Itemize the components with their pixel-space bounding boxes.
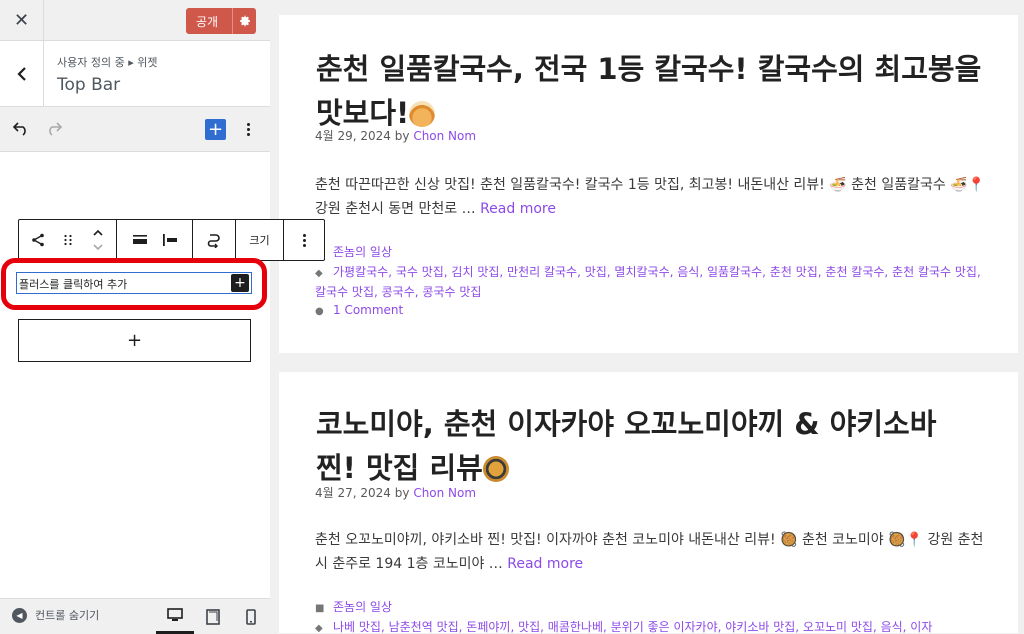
- customizer-header: ✕ 공개: [0, 0, 270, 41]
- comment-icon: ●: [315, 306, 324, 317]
- gear-icon[interactable]: [232, 8, 256, 34]
- tag-icon: ◆: [315, 268, 323, 279]
- customizer-sidebar: ✕ 공개 사용자 정의 중 ▸ 위젯 Top Bar + 플러스를 클릭하여 추…: [0, 0, 270, 634]
- post-title-link[interactable]: 코노미야, 춘천 이자카야 오꼬노미야끼 & 야키소바 찐! 맛집 리뷰: [316, 407, 936, 485]
- undo-button[interactable]: [12, 120, 30, 140]
- folder-icon: ■: [315, 603, 325, 614]
- back-button[interactable]: [0, 41, 44, 107]
- share-button[interactable]: [23, 220, 53, 260]
- post-title[interactable]: 코노미야, 춘천 이자카야 오꼬노미야끼 & 야키소바 찐! 맛집 리뷰: [316, 402, 986, 490]
- post-taxonomy: ■존놈의 일상 ◆가평칼국수, 국수 맛집, 김치 맛집, 만천리 칼국수, 맛…: [315, 243, 985, 321]
- block-inserter-button[interactable]: +: [205, 119, 226, 140]
- block-toolbar-group-5: [284, 220, 324, 260]
- read-more-link[interactable]: Read more: [480, 201, 556, 217]
- justify-button[interactable]: [125, 220, 155, 260]
- more-options-button[interactable]: [296, 230, 312, 250]
- hide-controls-button[interactable]: ◀ 컨트롤 숨기기: [12, 607, 99, 623]
- noodle-emoji-icon: [409, 101, 436, 127]
- paella-emoji-icon: [482, 456, 509, 482]
- block-toolbar-group-4: 크기: [236, 220, 284, 260]
- block-toolbar-group-3: [193, 220, 236, 260]
- drag-handle[interactable]: [53, 220, 83, 260]
- post-card: 춘천 일품칼국수, 전국 1등 칼국수! 칼국수의 최고봉을 맛보다! 4월 2…: [279, 15, 1018, 353]
- device-switcher: [156, 599, 270, 634]
- redo-icon: [49, 122, 63, 136]
- excerpt-text: 춘천 따끈따끈한 신상 맛집! 춘천 일품칼국수! 칼국수 1등 맛집, 최고봉…: [315, 177, 986, 217]
- by-label: by: [394, 486, 410, 500]
- link-button[interactable]: [199, 220, 229, 260]
- redo-button[interactable]: [45, 120, 63, 140]
- add-block-button[interactable]: +: [18, 319, 251, 362]
- close-button[interactable]: ✕: [0, 0, 44, 41]
- chevron-left-icon: [16, 67, 26, 81]
- plus-icon: +: [126, 330, 143, 351]
- publish-label: 공개: [196, 14, 219, 29]
- by-label: by: [394, 129, 410, 143]
- mobile-icon: [246, 608, 256, 625]
- share-icon: [31, 233, 44, 247]
- tag-links[interactable]: 가평칼국수, 국수 맛집, 김치 맛집, 만천리 칼국수, 맛집, 멸치칼국수,…: [315, 265, 981, 299]
- author-link[interactable]: Chon Nom: [413, 129, 476, 143]
- size-button[interactable]: 크기: [249, 232, 269, 248]
- editor-toolbar: +: [0, 107, 270, 152]
- navigation-placeholder[interactable]: 플러스를 클릭하여 추가 +: [16, 272, 252, 294]
- post-date[interactable]: 4월 29, 2024: [315, 129, 391, 143]
- desktop-preview-button[interactable]: [156, 599, 194, 634]
- post-taxonomy: ■ 존놈의 일상 ◆ 나베 맛집, 남춘천역 맛집, 돈페야끼, 맛집, 매콤한나베…: [315, 598, 985, 633]
- post-card: 코노미야, 춘천 이자카야 오꼬노미야끼 & 야키소바 찐! 맛집 리뷰 4월 …: [279, 372, 1018, 633]
- align-left-icon: [162, 234, 177, 246]
- post-date[interactable]: 4월 27, 2024: [315, 486, 391, 500]
- mobile-preview-button[interactable]: [232, 599, 270, 634]
- read-more-link[interactable]: Read more: [507, 556, 583, 572]
- post-title[interactable]: 춘천 일품칼국수, 전국 1등 칼국수! 칼국수의 최고봉을 맛보다!: [316, 47, 986, 135]
- collapse-icon: ◀: [12, 607, 27, 623]
- breadcrumb: 사용자 정의 중 ▸ 위젯: [57, 56, 158, 69]
- excerpt-text: 춘천 오꼬노미야끼, 야키소바 찐! 맛집! 이자까야 춘천 코노미야 내돈내산…: [315, 532, 984, 572]
- block-toolbar-group-1: [19, 220, 117, 260]
- post-excerpt: 춘천 오꼬노미야끼, 야키소바 찐! 맛집! 이자까야 춘천 코노미야 내돈내산…: [315, 528, 990, 576]
- undo-icon: [12, 122, 26, 136]
- drag-icon: [63, 234, 72, 246]
- tablet-preview-button[interactable]: [194, 599, 232, 634]
- hide-controls-label: 컨트롤 숨기기: [35, 609, 100, 622]
- tag-links[interactable]: 나베 맛집, 남춘천역 맛집, 돈페야끼, 맛집, 매콤한나베, 분위기 좋은 …: [333, 620, 932, 633]
- plus-icon: +: [207, 118, 224, 140]
- post-excerpt: 춘천 따끈따끈한 신상 맛집! 춘천 일품칼국수! 칼국수 1등 맛집, 최고봉…: [315, 173, 990, 221]
- options-menu-button[interactable]: [240, 119, 256, 139]
- placeholder-text: 플러스를 클릭하여 추가: [19, 278, 128, 291]
- site-preview: 춘천 일품칼국수, 전국 1등 칼국수! 칼국수의 최고봉을 맛보다! 4월 2…: [270, 0, 1024, 633]
- chevron-up-down-icon: [92, 229, 103, 251]
- add-item-button[interactable]: +: [231, 274, 249, 292]
- block-toolbar: 크기: [18, 219, 325, 261]
- align-left-button[interactable]: [155, 220, 185, 260]
- customizer-footer: ◀ 컨트롤 숨기기: [0, 598, 270, 634]
- move-up-down-buttons[interactable]: [83, 220, 113, 260]
- tag-icon: ◆: [315, 623, 323, 633]
- post-meta: 4월 29, 2024 by Chon Nom: [315, 127, 476, 144]
- section-title: Top Bar: [57, 75, 121, 95]
- justify-icon: [132, 235, 147, 244]
- category-link[interactable]: 존놈의 일상: [333, 245, 392, 259]
- desktop-icon: [167, 608, 183, 621]
- tablet-icon: [206, 608, 220, 625]
- close-icon: ✕: [13, 10, 30, 31]
- link-icon: [207, 234, 220, 248]
- publish-button[interactable]: 공개: [186, 8, 256, 34]
- comments-link[interactable]: 1 Comment: [333, 303, 403, 317]
- section-header: 사용자 정의 중 ▸ 위젯 Top Bar: [0, 41, 270, 107]
- block-toolbar-group-2: [117, 220, 193, 260]
- post-meta: 4월 27, 2024 by Chon Nom: [315, 484, 476, 501]
- author-link[interactable]: Chon Nom: [413, 486, 476, 500]
- category-link[interactable]: 존놈의 일상: [333, 600, 392, 614]
